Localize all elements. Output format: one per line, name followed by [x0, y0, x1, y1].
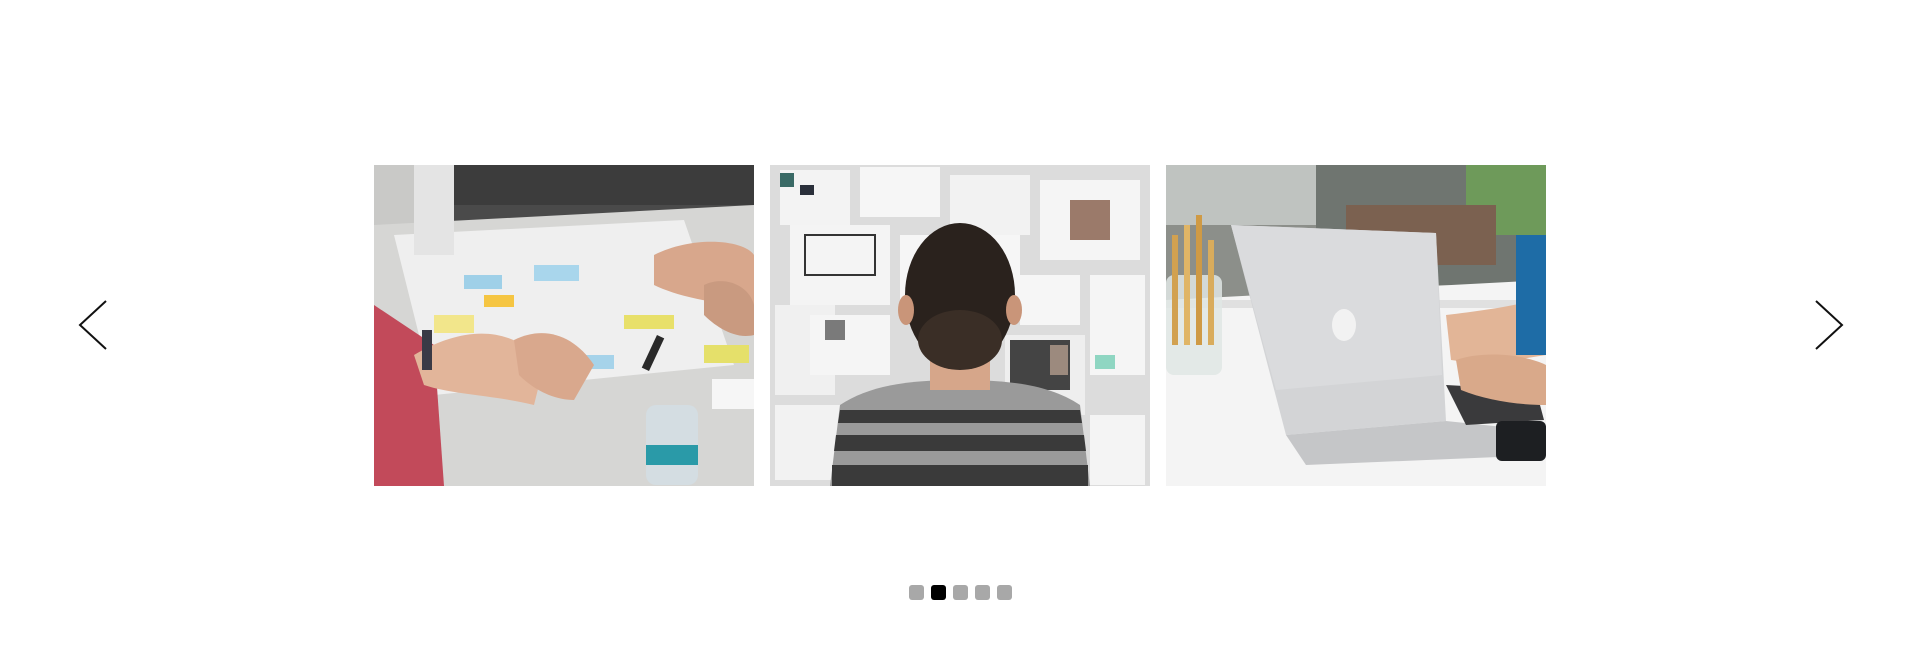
image-carousel: [0, 0, 1920, 650]
team-meeting-photo: [374, 165, 754, 486]
carousel-slide-1[interactable]: [374, 165, 754, 486]
chevron-right-icon: [1815, 300, 1844, 350]
carousel-dot-2[interactable]: [931, 585, 946, 600]
carousel-pagination: [909, 585, 1012, 600]
carousel-dot-5[interactable]: [997, 585, 1012, 600]
carousel-prev-button[interactable]: [76, 298, 110, 352]
moodboard-photo: [770, 165, 1150, 486]
chevron-left-icon: [78, 300, 107, 350]
carousel-dot-4[interactable]: [975, 585, 990, 600]
carousel-slide-2[interactable]: [770, 165, 1150, 486]
carousel-dot-3[interactable]: [953, 585, 968, 600]
laptop-desk-photo: [1166, 165, 1546, 486]
carousel-slide-3[interactable]: [1166, 165, 1546, 486]
carousel-dot-1[interactable]: [909, 585, 924, 600]
carousel-slides: [374, 165, 1546, 486]
carousel-next-button[interactable]: [1812, 298, 1846, 352]
